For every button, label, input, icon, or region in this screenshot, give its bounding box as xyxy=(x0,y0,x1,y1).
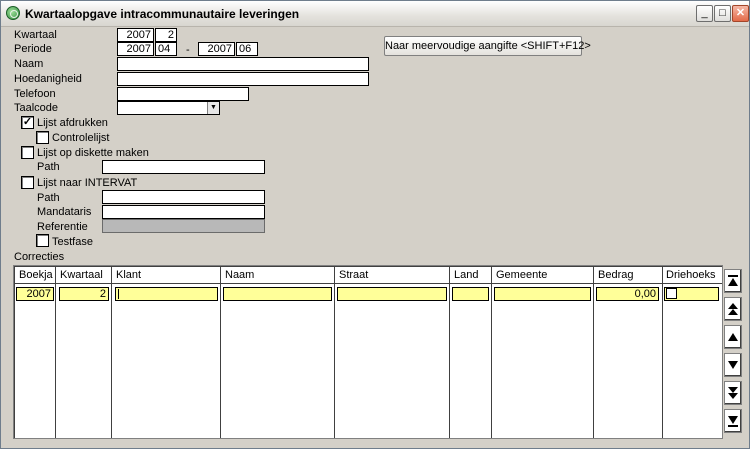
mandataris-label: Mandataris xyxy=(37,206,92,218)
controlelijst-label: Controlelijst xyxy=(52,132,110,144)
testfase-checkbox[interactable] xyxy=(36,234,49,247)
kwartaal-year-field[interactable]: 2007 xyxy=(117,28,154,42)
taalcode-select[interactable]: ▼ xyxy=(117,101,220,115)
intervat-path-label: Path xyxy=(37,192,60,204)
column-divider xyxy=(334,266,335,438)
column-divider xyxy=(55,266,56,438)
kwartaal-label: Kwartaal xyxy=(14,29,57,41)
column-divider xyxy=(220,266,221,438)
diskette-path-field[interactable] xyxy=(102,160,265,174)
record-navigation xyxy=(724,265,742,439)
next-record-icon[interactable] xyxy=(724,353,742,377)
cell-gemeente[interactable] xyxy=(494,287,591,301)
first-record-icon[interactable] xyxy=(724,269,742,293)
periode-to-year-field[interactable]: 2007 xyxy=(198,42,235,56)
meervoudige-aangifte-button[interactable]: Naar meervoudige aangifte <SHIFT+F12> xyxy=(384,36,591,56)
page-up-icon[interactable] xyxy=(724,297,742,321)
mandataris-field[interactable] xyxy=(102,205,265,219)
periode-label: Periode xyxy=(14,43,52,55)
column-divider xyxy=(593,266,594,438)
periode-from-month-field[interactable]: 04 xyxy=(155,42,177,56)
periode-from-year-field[interactable]: 2007 xyxy=(117,42,154,56)
column-header-kwartaal[interactable]: Kwartaal xyxy=(60,268,103,282)
telefoon-field[interactable] xyxy=(117,87,249,101)
testfase-label: Testfase xyxy=(52,236,93,248)
text-cursor xyxy=(118,289,119,299)
referentie-label: Referentie xyxy=(37,221,88,233)
previous-record-icon[interactable] xyxy=(724,325,742,349)
dialog-window: Kwartaalopgave intracommunautaire leveri… xyxy=(0,0,750,449)
naam-label: Naam xyxy=(14,58,44,70)
correcties-label: Correcties xyxy=(14,251,65,263)
cell-naam[interactable] xyxy=(223,287,332,301)
column-divider xyxy=(662,266,663,438)
referentie-field xyxy=(102,219,265,233)
kwartaal-quarter-field[interactable]: 2 xyxy=(155,28,177,42)
column-header-boekjaar[interactable]: Boekja xyxy=(19,268,53,282)
title-bar[interactable]: Kwartaalopgave intracommunautaire leveri… xyxy=(1,1,749,27)
app-icon xyxy=(6,6,20,20)
column-divider xyxy=(491,266,492,438)
diskette-path-label: Path xyxy=(37,161,60,173)
lijst-afdrukken-label: Lijst afdrukken xyxy=(37,117,108,129)
diskette-checkbox[interactable] xyxy=(21,146,34,159)
window-title: Kwartaalopgave intracommunautaire leveri… xyxy=(25,7,300,21)
intervat-checkbox[interactable] xyxy=(21,176,34,189)
telefoon-label: Telefoon xyxy=(14,88,56,100)
chevron-down-icon[interactable]: ▼ xyxy=(207,102,219,114)
header-divider xyxy=(14,283,722,284)
last-record-icon[interactable] xyxy=(724,409,742,433)
column-header-driehoeks[interactable]: Driehoeks xyxy=(666,268,716,282)
column-divider xyxy=(111,266,112,438)
column-header-klant[interactable]: Klant xyxy=(116,268,141,282)
intervat-label: Lijst naar INTERVAT xyxy=(37,177,138,189)
cell-kwartaal[interactable]: 2 xyxy=(59,287,109,301)
cell-land[interactable] xyxy=(452,287,489,301)
cell-bedrag[interactable]: 0,00 xyxy=(596,287,659,301)
intervat-path-field[interactable] xyxy=(102,190,265,204)
column-header-land[interactable]: Land xyxy=(454,268,478,282)
page-down-icon[interactable] xyxy=(724,381,742,405)
hoedanigheid-field[interactable] xyxy=(117,72,369,86)
column-divider xyxy=(449,266,450,438)
column-header-bedrag[interactable]: Bedrag xyxy=(598,268,633,282)
column-header-naam[interactable]: Naam xyxy=(225,268,254,282)
periode-separator: - xyxy=(186,44,190,56)
cell-klant[interactable] xyxy=(115,287,218,301)
naam-field[interactable] xyxy=(117,57,369,71)
correcties-table[interactable]: Boekja Kwartaal Klant Naam Straat Land G… xyxy=(13,265,723,439)
column-header-straat[interactable]: Straat xyxy=(339,268,368,282)
cell-driehoeks[interactable] xyxy=(664,287,719,301)
lijst-afdrukken-checkbox[interactable]: ✓ xyxy=(21,116,34,129)
driehoeks-checkbox[interactable] xyxy=(666,288,677,299)
hoedanigheid-label: Hoedanigheid xyxy=(14,73,82,85)
taalcode-label: Taalcode xyxy=(14,102,59,114)
periode-to-month-field[interactable]: 06 xyxy=(236,42,258,56)
column-header-gemeente[interactable]: Gemeente xyxy=(496,268,547,282)
cell-boekjaar[interactable]: 2007 xyxy=(16,287,54,301)
close-button[interactable]: ✕ xyxy=(732,5,749,22)
minimize-button[interactable]: _ xyxy=(696,5,713,22)
maximize-button[interactable]: □ xyxy=(714,5,731,22)
cell-straat[interactable] xyxy=(337,287,447,301)
diskette-label: Lijst op diskette maken xyxy=(37,147,149,159)
controlelijst-checkbox[interactable] xyxy=(36,131,49,144)
